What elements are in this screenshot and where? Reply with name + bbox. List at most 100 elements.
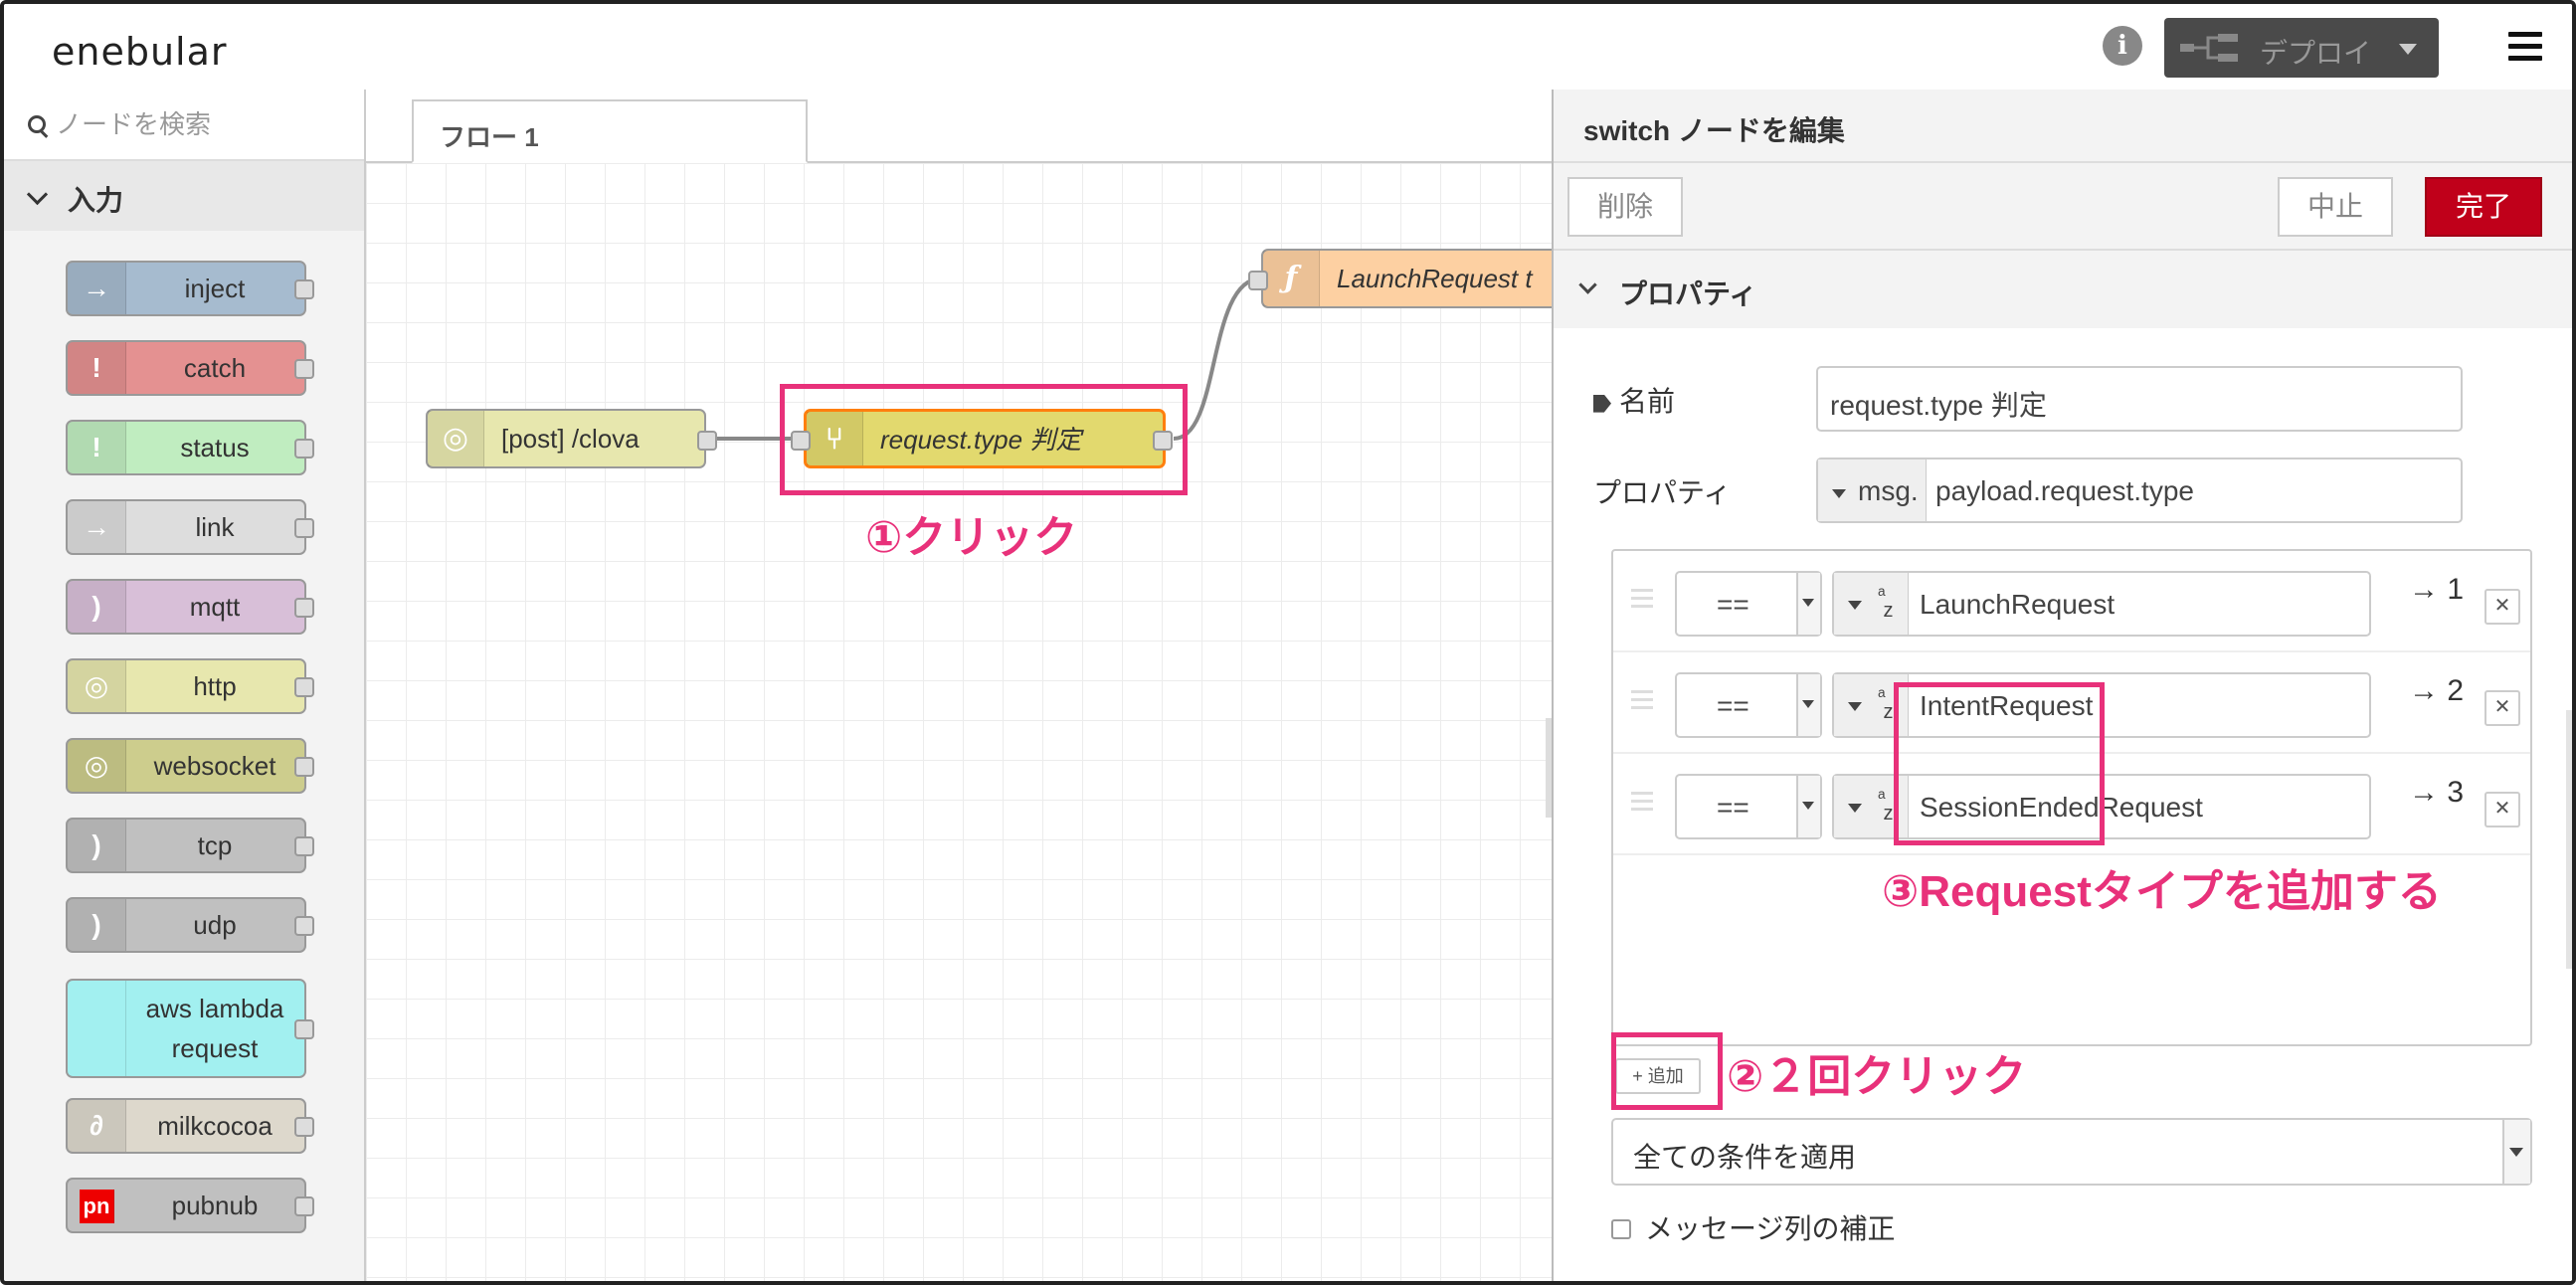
flow-node-function[interactable]: ƒ LaunchRequest t <box>1261 249 1579 308</box>
search-icon <box>28 115 46 133</box>
select-dropdown[interactable] <box>1796 674 1820 736</box>
output-port[interactable] <box>294 677 314 697</box>
palette-node-label: milkcocoa <box>157 1111 273 1141</box>
palette-node-label: pubnub <box>171 1191 259 1220</box>
output-port[interactable] <box>294 359 314 379</box>
palette-node-pubnub[interactable]: pn pubnub <box>66 1178 314 1233</box>
remove-rule-icon[interactable]: ✕ <box>2484 589 2520 625</box>
palette-node-catch[interactable]: ! catch <box>66 340 314 396</box>
output-port[interactable] <box>294 836 314 856</box>
flow-node-http-in[interactable]: ◎ [post] /clova <box>426 409 706 468</box>
editor-scrollbar[interactable] <box>2566 710 2572 969</box>
palette-node-http[interactable]: ◎ http <box>66 658 314 714</box>
panel-splitter[interactable] <box>1546 718 1552 818</box>
palette-node-label: status <box>180 433 250 462</box>
output-label: → 3 <box>2409 776 2465 809</box>
node-type-icon: ! <box>68 342 126 394</box>
string-type-icon: ᵃ z <box>1878 584 1894 622</box>
recompute-checkbox[interactable] <box>1611 1219 1631 1239</box>
chevron-down-icon[interactable] <box>2399 44 2417 55</box>
cancel-button[interactable]: 中止 <box>2278 177 2393 237</box>
chevron-down-icon <box>1848 702 1862 711</box>
node-editor-panel: switch ノードを編集 削除 中止 完了 プロパティ 名前 request.… <box>1552 90 2572 1281</box>
rule-value-input[interactable]: ᵃ z LaunchRequest <box>1832 571 2371 637</box>
property-prefix: msg. <box>1858 475 1919 506</box>
input-port[interactable] <box>1248 271 1268 290</box>
done-button[interactable]: 完了 <box>2425 177 2542 237</box>
properties-section-header[interactable]: プロパティ <box>1554 251 2572 328</box>
logo: enebular <box>52 30 228 74</box>
type-selector[interactable]: ᵃ z <box>1834 573 1909 635</box>
palette-node-milkcocoa[interactable]: ∂ milkcocoa <box>66 1098 314 1154</box>
search-input[interactable] <box>54 105 346 143</box>
select-dropdown[interactable] <box>1796 573 1820 635</box>
chevron-down-icon <box>1578 275 1597 294</box>
chevron-down-icon <box>1832 489 1846 498</box>
hamburger-menu-icon[interactable] <box>2508 32 2542 62</box>
operator-select[interactable]: == <box>1675 571 1822 637</box>
operator-value: == <box>1717 690 1749 721</box>
node-type-icon: pn <box>80 1190 114 1223</box>
node-label: LaunchRequest t <box>1337 264 1533 293</box>
select-dropdown[interactable] <box>2502 1120 2530 1184</box>
output-port[interactable] <box>697 431 717 451</box>
chevron-down-icon <box>26 183 49 206</box>
delete-button[interactable]: 削除 <box>1567 177 1683 237</box>
output-port[interactable] <box>294 916 314 936</box>
output-port[interactable] <box>294 598 314 618</box>
palette-node-label: link <box>195 512 235 542</box>
operator-select[interactable]: == <box>1675 672 1822 738</box>
output-label: → 1 <box>2409 573 2465 606</box>
drag-handle-icon[interactable] <box>1631 589 1653 613</box>
palette-node-udp[interactable]: ) udp <box>66 897 314 953</box>
flow-canvas[interactable] <box>366 163 1552 1281</box>
info-icon[interactable]: i <box>2103 26 2142 66</box>
drag-handle-icon[interactable] <box>1631 690 1653 714</box>
node-label: [post] /clova <box>501 424 640 454</box>
palette-node-link[interactable]: → link <box>66 499 314 555</box>
name-input[interactable]: request.type 判定 <box>1816 366 2463 432</box>
output-port[interactable] <box>294 279 314 299</box>
drag-handle-icon[interactable] <box>1631 792 1653 816</box>
tab-flow-1[interactable]: フロー 1 <box>412 99 808 163</box>
output-port[interactable] <box>294 757 314 777</box>
check-all-select[interactable]: 全ての条件を適用 <box>1611 1118 2532 1186</box>
output-port[interactable] <box>294 1019 314 1039</box>
remove-rule-icon[interactable]: ✕ <box>2484 690 2520 726</box>
name-label: 名前 <box>1593 380 1675 420</box>
deploy-icon <box>2180 34 2238 62</box>
annotation-box-rules <box>1894 682 2105 845</box>
property-label: プロパティ <box>1593 477 1732 508</box>
output-port[interactable] <box>294 518 314 538</box>
palette-node-label: http <box>193 671 237 701</box>
palette-node-websocket[interactable]: ◎ websocket <box>66 738 314 794</box>
chevron-down-icon <box>2509 1148 2523 1157</box>
palette-category-header[interactable]: 入力 <box>4 161 364 231</box>
string-type-icon: ᵃ z <box>1878 685 1894 723</box>
header: enebular i デプロイ <box>4 4 2572 92</box>
select-dropdown[interactable] <box>1796 776 1820 837</box>
deploy-button[interactable]: デプロイ <box>2164 18 2439 78</box>
remove-rule-icon[interactable]: ✕ <box>2484 792 2520 827</box>
name-label-text: 名前 <box>1619 386 1676 417</box>
tag-icon <box>1593 394 1611 413</box>
palette-node-status[interactable]: ! status <box>66 420 314 475</box>
output-port[interactable] <box>294 439 314 459</box>
output-port[interactable] <box>294 1117 314 1137</box>
annotation-step3: ③Requestタイプを追加する <box>1882 867 2442 916</box>
palette-node-aws-lambda-request[interactable]: aws lambda request <box>66 979 314 1078</box>
palette-node-mqtt[interactable]: ) mqtt <box>66 579 314 635</box>
editor-title: switch ノードを編集 <box>1583 115 1845 146</box>
annotation-step1: ①クリック <box>865 513 1078 562</box>
output-port[interactable] <box>294 1196 314 1216</box>
type-selector[interactable]: msg. <box>1818 459 1927 521</box>
palette-node-label: aws lambda request <box>145 994 284 1063</box>
app-window: enebular i デプロイ 入力 → inject! catch! status →… <box>0 0 2576 1285</box>
operator-select[interactable]: == <box>1675 774 1822 839</box>
annotation-step2: ②２回クリック <box>1727 1052 2027 1101</box>
palette-node-tcp[interactable]: ) tcp <box>66 818 314 873</box>
chevron-down-icon <box>1848 804 1862 813</box>
property-input[interactable]: msg. payload.request.type <box>1816 458 2463 523</box>
name-value: request.type 判定 <box>1830 390 2047 421</box>
palette-node-inject[interactable]: → inject <box>66 261 314 316</box>
